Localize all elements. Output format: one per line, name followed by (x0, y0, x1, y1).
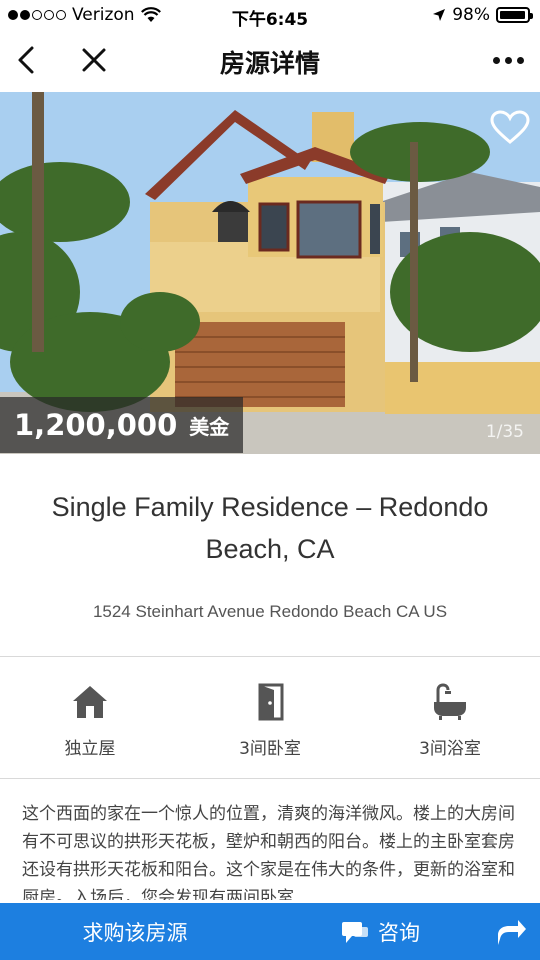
feature-bathrooms: 3间浴室 (360, 664, 540, 776)
listing-address: 1524 Steinhart Avenue Redondo Beach CA U… (92, 602, 448, 621)
heart-favorite-icon[interactable] (490, 110, 530, 146)
property-photo[interactable]: 1,200,000 美金 1/35 (0, 92, 540, 454)
photo-counter: 1/35 (485, 422, 524, 442)
price-tag: 1,200,000 美金 (0, 397, 244, 453)
feature-row: 独立屋 3间卧室 3间浴室 (0, 664, 540, 776)
nav-bar: 房源详情 (0, 30, 540, 92)
divider (0, 656, 540, 657)
bathtub-icon (434, 683, 466, 720)
consult-button[interactable]: 咨询 (340, 903, 470, 960)
feature-label: 3间卧室 (239, 739, 301, 759)
battery-group: 98% (432, 5, 533, 25)
listing-price: 1,200,000 (14, 408, 178, 442)
listing-description: 这个西面的家在一个惊人的位置，清爽的海洋微风。楼上的大房间有不可思议的拱形天花板… (22, 804, 515, 900)
share-icon[interactable] (494, 915, 528, 949)
location-arrow-icon (433, 9, 446, 21)
price-currency: 美金 (189, 414, 230, 439)
close-icon[interactable] (76, 42, 112, 78)
battery-percent: 98% (452, 5, 490, 25)
feature-label: 独立屋 (64, 739, 116, 759)
feature-bedrooms: 3间卧室 (180, 664, 360, 776)
chat-icon (342, 921, 368, 943)
house-icon (73, 686, 107, 718)
more-options-icon[interactable] (488, 42, 528, 78)
battery-level (500, 11, 526, 19)
listing-title: Single Family Residence – Redondo Beach,… (51, 492, 489, 564)
feature-property-type: 独立屋 (0, 664, 180, 776)
status-bar: Verizon 下午6:45 98% (0, 0, 540, 30)
divider (0, 778, 540, 779)
back-chevron-icon[interactable] (10, 42, 46, 78)
consult-label: 咨询 (378, 920, 420, 945)
buy-listing-label: 求购该房源 (82, 920, 188, 945)
battery-icon (496, 7, 533, 23)
buy-listing-button[interactable]: 求购该房源 (0, 903, 270, 960)
door-icon (258, 683, 284, 721)
bottom-action-bar: 求购该房源 咨询 (0, 903, 540, 960)
feature-label: 3间浴室 (419, 739, 481, 759)
